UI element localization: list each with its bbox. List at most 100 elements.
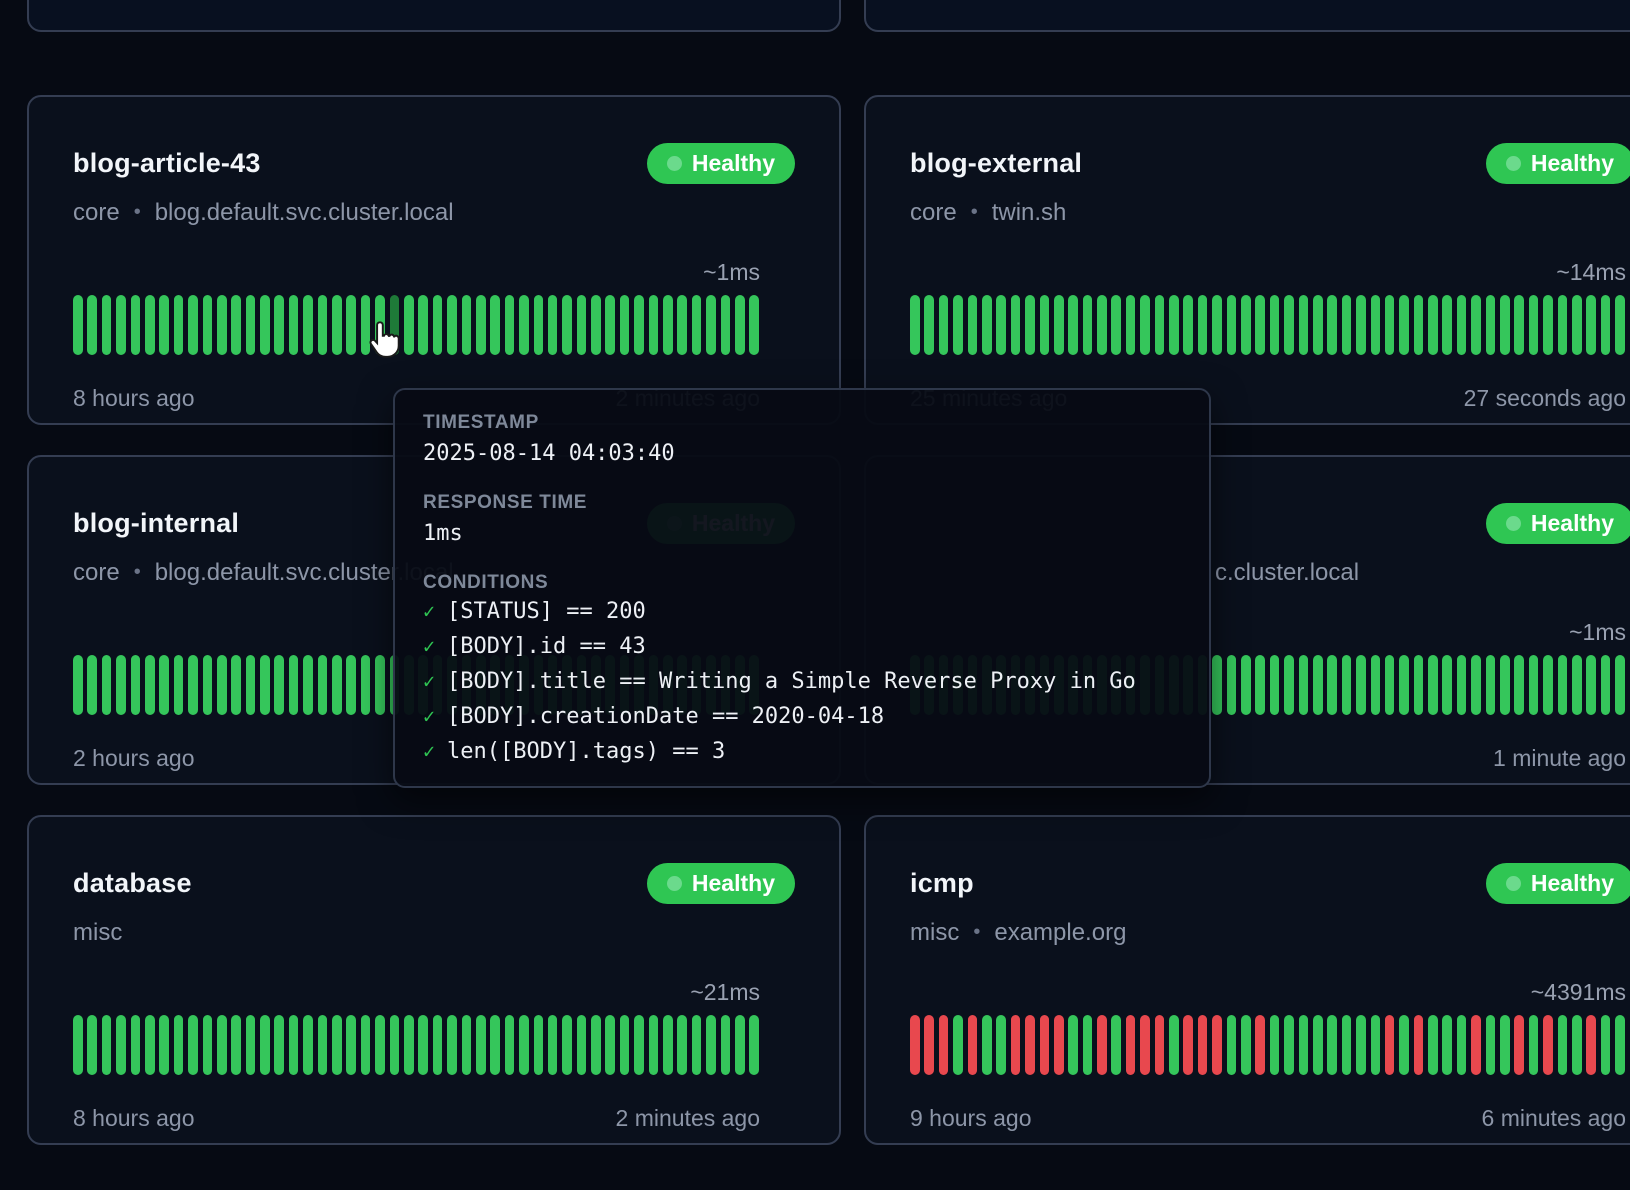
health-bar-success[interactable] (289, 295, 299, 355)
health-bar-success[interactable] (634, 1015, 644, 1075)
health-bar-failure[interactable] (1255, 1015, 1265, 1075)
health-bar-success[interactable] (159, 295, 169, 355)
health-bar-success[interactable] (231, 295, 241, 355)
health-bar-success[interactable] (1342, 655, 1352, 715)
health-bar-success[interactable] (1284, 1015, 1294, 1075)
health-bar-success[interactable] (476, 1015, 486, 1075)
health-bar-success[interactable] (433, 1015, 443, 1075)
health-bar-success[interactable] (346, 1015, 356, 1075)
health-bar-success[interactable] (87, 295, 97, 355)
health-bar-success[interactable] (1615, 1015, 1625, 1075)
health-bar-success[interactable] (910, 295, 920, 355)
health-bar-success[interactable] (217, 295, 227, 355)
health-bar-success[interactable] (1572, 1015, 1582, 1075)
endpoint-card-blog-article-43[interactable]: blog-article-43Healthycore•blog.default.… (27, 95, 841, 425)
health-bar-success[interactable] (1126, 295, 1136, 355)
health-bar-success[interactable] (246, 1015, 256, 1075)
health-bar-success[interactable] (577, 295, 587, 355)
health-bar-success[interactable] (1558, 1015, 1568, 1075)
health-bar-success[interactable] (735, 295, 745, 355)
health-bar-success[interactable] (505, 1015, 515, 1075)
health-bar-success[interactable] (1457, 295, 1467, 355)
health-bar-success[interactable] (303, 655, 313, 715)
health-bar-success[interactable] (1241, 655, 1251, 715)
health-bar-success[interactable] (1414, 295, 1424, 355)
health-bar-success[interactable] (174, 295, 184, 355)
health-bar-success[interactable] (102, 655, 112, 715)
health-bar-success[interactable] (1227, 1015, 1237, 1075)
health-bar-success[interactable] (418, 1015, 428, 1075)
health-bar-failure[interactable] (1155, 1015, 1165, 1075)
health-bar-success[interactable] (1442, 295, 1452, 355)
health-bar-success[interactable] (260, 1015, 270, 1075)
health-bar-success[interactable] (203, 1015, 213, 1075)
health-bar-failure[interactable] (924, 1015, 934, 1075)
health-bar-success[interactable] (519, 1015, 529, 1075)
health-bar-success[interactable] (274, 1015, 284, 1075)
health-bar-success[interactable] (1615, 655, 1625, 715)
health-bar-success[interactable] (663, 1015, 673, 1075)
health-bar-failure[interactable] (1198, 1015, 1208, 1075)
health-bar-success[interactable] (1457, 1015, 1467, 1075)
health-bar-success[interactable] (260, 655, 270, 715)
health-bar-success[interactable] (73, 655, 83, 715)
health-bar-success[interactable] (131, 655, 141, 715)
health-bar-success[interactable] (1371, 295, 1381, 355)
health-bar-success[interactable] (1313, 295, 1323, 355)
health-bar-failure[interactable] (1586, 1015, 1596, 1075)
health-bar-success[interactable] (1083, 1015, 1093, 1075)
health-bar-success[interactable] (1299, 295, 1309, 355)
health-bar-success[interactable] (721, 295, 731, 355)
health-bar-success[interactable] (1212, 295, 1222, 355)
health-bar-success[interactable] (1371, 1015, 1381, 1075)
health-bar-success[interactable] (1529, 655, 1539, 715)
health-bar-failure[interactable] (1183, 1015, 1193, 1075)
health-bar-success[interactable] (447, 295, 457, 355)
health-bar-success[interactable] (1255, 295, 1265, 355)
health-bar-success[interactable] (1457, 655, 1467, 715)
health-bar-success[interactable] (102, 1015, 112, 1075)
health-bar-success[interactable] (131, 295, 141, 355)
health-bar-success[interactable] (1284, 655, 1294, 715)
health-bar-success[interactable] (735, 1015, 745, 1075)
health-bar-failure[interactable] (1126, 1015, 1136, 1075)
health-bar-success[interactable] (1284, 295, 1294, 355)
health-bar-success[interactable] (562, 295, 572, 355)
health-bar-success[interactable] (534, 295, 544, 355)
health-bar-success[interactable] (706, 1015, 716, 1075)
health-bar-success[interactable] (1428, 655, 1438, 715)
health-bar-success[interactable] (1227, 295, 1237, 355)
health-bar-success[interactable] (289, 1015, 299, 1075)
health-bar-success[interactable] (591, 295, 601, 355)
health-bar-success[interactable] (634, 295, 644, 355)
health-bar-success[interactable] (939, 295, 949, 355)
health-bar-success[interactable] (749, 295, 759, 355)
health-bar-success[interactable] (289, 655, 299, 715)
health-bar-success[interactable] (1299, 1015, 1309, 1075)
health-bar-success[interactable] (73, 295, 83, 355)
health-bar-success[interactable] (73, 1015, 83, 1075)
health-bar-success[interactable] (188, 295, 198, 355)
health-bar-success[interactable] (1572, 655, 1582, 715)
health-bar-failure[interactable] (1040, 1015, 1050, 1075)
health-bar-success[interactable] (87, 1015, 97, 1075)
health-bar-success[interactable] (1227, 655, 1237, 715)
health-bar-success[interactable] (577, 1015, 587, 1075)
health-bar-success[interactable] (1471, 295, 1481, 355)
health-bar-success[interactable] (131, 1015, 141, 1075)
health-bar-success[interactable] (174, 655, 184, 715)
health-bar-success[interactable] (663, 295, 673, 355)
health-bar-success[interactable] (102, 295, 112, 355)
health-bar-success[interactable] (505, 295, 515, 355)
health-bar-success[interactable] (1313, 655, 1323, 715)
health-bar-success[interactable] (1270, 295, 1280, 355)
health-bar-success[interactable] (1068, 295, 1078, 355)
health-bar-success[interactable] (1615, 295, 1625, 355)
health-bar-success[interactable] (231, 655, 241, 715)
endpoint-card-icmp[interactable]: icmpHealthymisc•example.org~4391ms9 hour… (864, 815, 1630, 1145)
health-bar-success[interactable] (303, 295, 313, 355)
health-bar-success[interactable] (996, 295, 1006, 355)
health-bar-success[interactable] (1428, 1015, 1438, 1075)
health-bar-failure[interactable] (1025, 1015, 1035, 1075)
health-bar-failure[interactable] (1514, 1015, 1524, 1075)
